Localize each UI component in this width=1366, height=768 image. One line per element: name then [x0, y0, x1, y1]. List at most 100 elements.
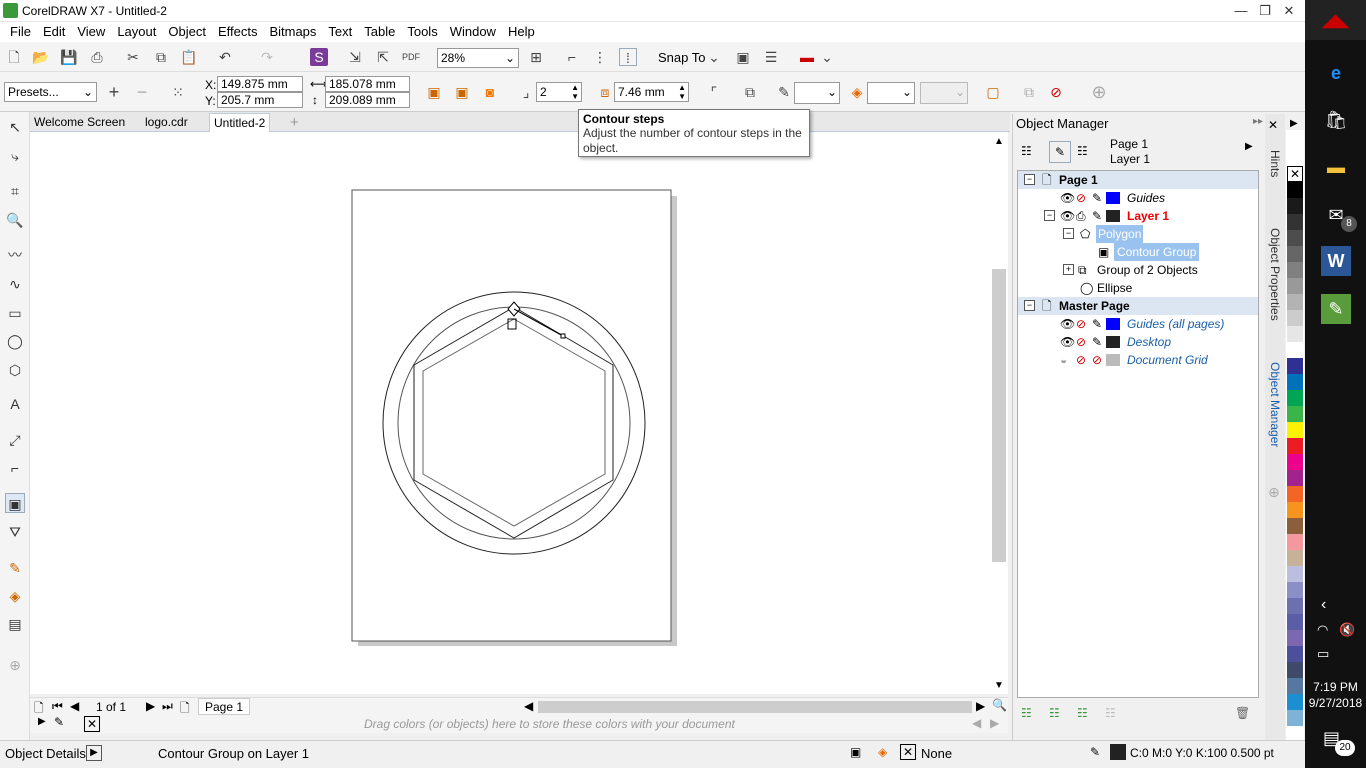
color-swatch[interactable]	[1287, 294, 1303, 310]
outside-contour-icon[interactable]: ◙	[481, 83, 499, 101]
close-docker-icon[interactable]: ✕	[1268, 118, 1278, 132]
shape-tool-icon[interactable]: ⤷	[5, 146, 25, 166]
color-swatch[interactable]	[1287, 390, 1303, 406]
show-object-properties-icon[interactable]: ☷	[1021, 144, 1032, 158]
close-button[interactable]: ✕	[1278, 2, 1300, 20]
contour-offset-field[interactable]: 7.46 mm ▲ ▼	[614, 82, 689, 102]
object-acceleration-icon[interactable]: ▢	[984, 83, 1002, 101]
y-position-field[interactable]: 205.7 mm	[217, 92, 303, 108]
menu-help[interactable]: Help	[502, 22, 541, 42]
zoom-level-select[interactable]: 28% ⌄	[437, 48, 519, 68]
tree-row-master-page[interactable]: − 🗋 Master Page	[1018, 297, 1258, 315]
tab-object-properties[interactable]: Object Properties	[1268, 228, 1282, 321]
artistic-media-icon[interactable]: ∿	[5, 274, 25, 294]
color-swatch[interactable]	[1287, 198, 1303, 214]
outline-color-select[interactable]: ⌄	[794, 82, 840, 104]
clock-date[interactable]: 9/27/2018	[1305, 696, 1366, 710]
color-swatch[interactable]	[1287, 502, 1303, 518]
no-color-swatch[interactable]: ✕	[1287, 166, 1303, 182]
contour-corners-icon[interactable]: ⌜	[705, 83, 723, 101]
contour-offset-handle[interactable]	[560, 333, 566, 339]
tab-object-manager[interactable]: Object Manager	[1268, 362, 1282, 447]
tree-row-ellipse[interactable]: ◯ Ellipse	[1018, 279, 1258, 297]
color-swatch[interactable]	[1287, 694, 1303, 710]
color-swatch[interactable]	[1287, 566, 1303, 582]
search-content-icon[interactable]: S	[310, 48, 328, 66]
last-page-icon[interactable]: ⏭	[162, 699, 173, 714]
contour-colors-icon[interactable]: ⧉	[741, 83, 759, 101]
expand-icon[interactable]: +	[1063, 264, 1074, 275]
color-swatch[interactable]	[1287, 678, 1303, 694]
menu-view[interactable]: View	[71, 22, 111, 42]
full-screen-icon[interactable]: ⊞	[527, 48, 545, 66]
color-swatch[interactable]	[1287, 278, 1303, 294]
menu-object[interactable]: Object	[162, 22, 212, 42]
color-swatch[interactable]	[1287, 326, 1303, 342]
text-tool-icon[interactable]: A	[5, 394, 25, 414]
color-swatch[interactable]	[1287, 214, 1303, 230]
color-swatch[interactable]	[1287, 470, 1303, 486]
scroll-right-icon[interactable]: ▶	[976, 699, 985, 713]
vertical-scrollbar[interactable]: ▲ ▼	[990, 132, 1008, 694]
clock-time[interactable]: 7:19 PM	[1305, 680, 1366, 694]
printer-disabled-icon[interactable]: ⊘	[1076, 315, 1086, 333]
object-origin-icon[interactable]: ⁙	[169, 83, 187, 101]
export-icon[interactable]: ⇱	[374, 48, 392, 66]
ellipse-tool-icon[interactable]: ◯	[5, 331, 25, 351]
menu-tools[interactable]: Tools	[401, 22, 443, 42]
collapse-icon[interactable]: −	[1024, 300, 1035, 311]
color-swatch[interactable]	[1287, 422, 1303, 438]
collapse-icon[interactable]: −	[1044, 210, 1055, 221]
eye-icon[interactable]: 👁	[1060, 189, 1075, 207]
dimension-tool-icon[interactable]: ⤢	[5, 430, 25, 450]
add-docker-icon[interactable]: ⊕	[1268, 484, 1280, 501]
tree-row-guides[interactable]: 👁 ⊘ ✎ Guides	[1018, 189, 1258, 207]
color-swatch[interactable]	[1287, 406, 1303, 422]
color-swatch[interactable]	[1287, 310, 1303, 326]
color-swatch[interactable]	[1287, 342, 1303, 358]
color-swatch[interactable]	[1287, 182, 1303, 198]
pencil-icon[interactable]: ✎	[1092, 207, 1102, 225]
options-icon[interactable]: ▣	[734, 48, 752, 66]
scroll-left-icon[interactable]: ◀	[524, 699, 533, 713]
rectangle-tool-icon[interactable]: ▭	[5, 303, 25, 323]
chevron-down-icon[interactable]: ⌄	[705, 48, 723, 66]
tree-row-guides-all[interactable]: 👁 ⊘ ✎ Guides (all pages)	[1018, 315, 1258, 333]
spinner-icon[interactable]: ▲ ▼	[678, 83, 686, 101]
fill-color-2-select[interactable]: ⌄	[920, 82, 968, 104]
new-master-layer-odd-icon[interactable]: ☷	[1105, 706, 1116, 720]
printer-disabled-icon[interactable]: ⊘	[1076, 189, 1086, 207]
eyedropper-tool-icon[interactable]: ✎	[5, 558, 25, 578]
color-swatch[interactable]	[1287, 646, 1303, 662]
edit-across-layers-icon[interactable]: ✎	[1049, 141, 1071, 163]
grid-icon[interactable]: ⋮	[591, 48, 609, 66]
redo-icon[interactable]: ↷	[258, 48, 276, 66]
clear-contour-icon[interactable]: ⊘	[1047, 83, 1065, 101]
pencil-icon[interactable]: ✎	[1092, 315, 1102, 333]
expand-details-icon[interactable]: ▶	[86, 745, 102, 761]
color-proof-icon[interactable]: ▣	[850, 745, 861, 759]
color-swatch[interactable]	[1287, 230, 1303, 246]
smart-fill-icon[interactable]: ▤	[5, 614, 25, 634]
scroll-left-icon[interactable]: ◀	[972, 716, 981, 730]
color-swatch[interactable]	[1287, 358, 1303, 374]
layer-manager-view-icon[interactable]: ☷	[1077, 144, 1088, 158]
connector-tool-icon[interactable]: ⌐	[5, 458, 25, 478]
import-icon[interactable]: ⇲	[346, 48, 364, 66]
new-layer-icon[interactable]: ☷	[1021, 706, 1032, 720]
first-page-icon[interactable]: ⏮	[52, 699, 63, 714]
next-page-icon[interactable]: ▶	[146, 699, 155, 713]
no-fill-swatch[interactable]: ✕	[900, 744, 916, 760]
fill-color-select[interactable]: ⌄	[867, 82, 915, 104]
tree-row-desktop[interactable]: 👁 ⊘ ✎ Desktop	[1018, 333, 1258, 351]
pencil-icon[interactable]: ✎	[1092, 333, 1102, 351]
tree-row-contour-group[interactable]: ▣ Contour Group	[1018, 243, 1258, 261]
cut-icon[interactable]: ✂	[124, 48, 142, 66]
chevron-down-icon[interactable]: ⌄	[818, 48, 836, 66]
battery-icon[interactable]: ▭	[1317, 646, 1329, 662]
collapse-icon[interactable]: −	[1063, 228, 1074, 239]
menu-bitmaps[interactable]: Bitmaps	[263, 22, 322, 42]
rulers-icon[interactable]: ⌐	[563, 48, 581, 66]
tab-untitled-2[interactable]: Untitled-2	[209, 113, 271, 132]
printer-disabled-icon[interactable]: ⊘	[1076, 333, 1086, 351]
